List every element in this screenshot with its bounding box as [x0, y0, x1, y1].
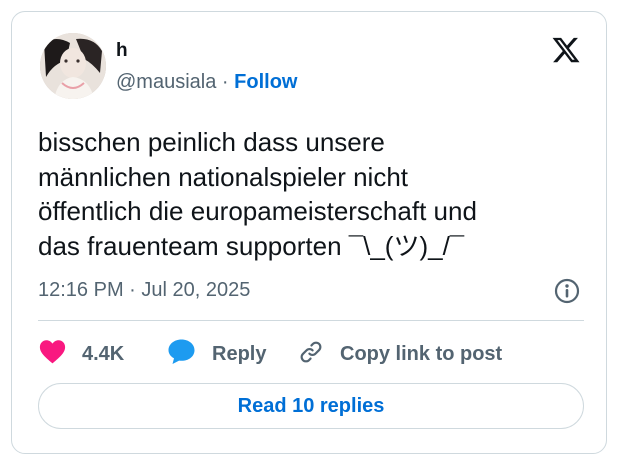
reply-button[interactable]: Reply: [167, 339, 266, 369]
avatar[interactable]: [40, 33, 106, 99]
timestamp[interactable]: 12:16 PM · Jul 20, 2025: [38, 278, 250, 302]
info-icon[interactable]: [554, 278, 580, 304]
tweet-card: h @mausiala · Follow bisschen peinlich d…: [11, 11, 607, 454]
tweet-text: bisschen peinlich dass unsere männlichen…: [38, 127, 477, 261]
follow-button[interactable]: Follow: [234, 71, 297, 93]
meta-separator: ·: [221, 71, 229, 93]
reply-label: Reply: [212, 342, 267, 365]
read-replies-label: Read 10 replies: [237, 394, 385, 417]
author-handle[interactable]: @mausiala: [116, 71, 216, 93]
link-icon: [298, 339, 324, 370]
like-count: 4.4K: [82, 342, 125, 365]
copy-link-button[interactable]: Copy link to post: [298, 339, 502, 369]
speech-bubble-icon: [167, 338, 196, 370]
read-replies-button[interactable]: Read 10 replies: [38, 383, 584, 429]
copy-link-label: Copy link to post: [340, 342, 503, 365]
divider: [38, 320, 584, 321]
like-button[interactable]: 4.4K: [39, 339, 124, 369]
author-meta: @mausiala · Follow: [116, 70, 297, 94]
heart-icon: [39, 339, 66, 369]
author-name[interactable]: h: [116, 39, 128, 63]
x-logo-icon[interactable]: [551, 35, 581, 65]
